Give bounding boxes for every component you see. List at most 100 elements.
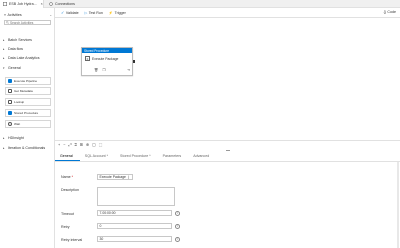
panel-resize-grip[interactable] — [226, 150, 230, 151]
properties-tabs: General SQL Account * Stored Procedure *… — [55, 154, 400, 162]
search-icon — [6, 20, 9, 25]
tab-sql-account[interactable]: SQL Account * — [80, 153, 115, 161]
pipeline-canvas[interactable]: Stored Procedure ≡ Execute Package 🗑 ❐ ⇥ — [55, 19, 400, 140]
next-arrow-icon[interactable]: ⇥ — [127, 68, 130, 72]
tab-pipeline[interactable]: ESB Job Hydra... × — [0, 0, 44, 8]
activities-title: Activities — [7, 12, 22, 17]
trigger-button[interactable]: ⚡ Trigger — [109, 11, 126, 15]
select-icon[interactable]: ▢ — [92, 142, 96, 147]
execute-pipeline-icon — [8, 79, 12, 83]
activity-label: Lookup — [14, 100, 25, 104]
tab-connections[interactable]: Connections — [46, 0, 86, 8]
activity-label: Stored Procedure — [14, 111, 39, 115]
chevron-right-icon: ▸ — [3, 46, 5, 51]
name-field[interactable]: Execute Package | — [97, 174, 133, 180]
code-button[interactable]: {} Code — [384, 10, 396, 14]
search-input[interactable] — [10, 20, 48, 25]
close-icon[interactable]: × — [41, 2, 43, 6]
category-label: Data Lake Analytics — [8, 55, 40, 60]
info-icon[interactable]: i — [175, 236, 180, 242]
stored-procedure-icon — [8, 111, 12, 115]
tab-parameters[interactable]: Parameters — [158, 153, 189, 161]
activity-get-metadata[interactable]: Get Metadata — [5, 87, 51, 95]
category-batch-services[interactable]: ▸ Batch Services — [3, 36, 32, 43]
retry-value: 0 — [99, 224, 102, 228]
category-label: General — [8, 65, 21, 70]
trigger-icon: ⚡ — [108, 10, 114, 15]
fit-icon[interactable]: ⤢ — [68, 143, 71, 147]
activity-stored-procedure[interactable]: Stored Procedure — [5, 109, 51, 117]
activity-label: Execute Pipeline — [14, 79, 38, 83]
category-data-lake-analytics[interactable]: ▸ Data Lake Analytics — [3, 54, 40, 61]
category-label: HDInsight — [8, 135, 24, 140]
lookup-icon — [8, 100, 12, 104]
code-icon: {} — [383, 10, 386, 14]
category-iteration-conditionals[interactable]: ▸ Iteration & Conditionals — [3, 144, 45, 151]
tab-stored-procedure[interactable]: Stored Procedure * — [115, 153, 158, 161]
zoom-in-icon[interactable]: ⊕ — [86, 142, 89, 147]
activities-search[interactable] — [4, 20, 51, 25]
connections-icon — [49, 2, 53, 6]
scrollbar[interactable] — [397, 162, 399, 248]
trigger-label: Trigger — [114, 10, 126, 15]
collapse-icon[interactable]: « — [4, 13, 6, 17]
name-label: Name * — [61, 175, 73, 179]
node-body: ≡ Execute Package — [85, 56, 118, 61]
retry-interval-field[interactable]: 30 — [97, 236, 172, 242]
node-actions: 🗑 ❐ — [94, 68, 105, 72]
play-icon: ▷ — [84, 10, 88, 15]
wait-icon — [8, 122, 12, 126]
tab-general[interactable]: General — [55, 153, 80, 161]
general-properties-form: Name * Execute Package | Description Tim… — [55, 162, 400, 248]
activities-header: « Activities ⌄ — [4, 11, 52, 18]
output-handle[interactable] — [133, 60, 135, 63]
chevron-right-icon: ▸ — [3, 135, 5, 140]
activity-execute-pipeline[interactable]: Execute Pipeline — [5, 77, 51, 85]
tab-advanced[interactable]: Advanced — [188, 153, 216, 161]
stored-procedure-icon: ≡ — [85, 56, 90, 61]
add-icon[interactable]: + — [58, 143, 60, 147]
timeout-value: 7.00:00:00 — [99, 211, 116, 215]
chevron-right-icon: ▸ — [3, 145, 5, 150]
test-run-label: Test Run — [88, 10, 103, 15]
validate-button[interactable]: ✓ Validate — [61, 10, 79, 15]
test-run-button[interactable]: ▷ Test Run — [85, 11, 103, 15]
copy-icon[interactable]: ❐ — [102, 68, 105, 72]
layout-icon[interactable]: ⬚ — [99, 142, 103, 147]
node-header: Stored Procedure — [82, 48, 132, 53]
activity-wait[interactable]: Wait — [5, 120, 51, 128]
activity-label: Wait — [14, 122, 21, 126]
category-label: Data flow — [8, 46, 23, 51]
chevron-down-icon[interactable]: ⌄ — [49, 13, 52, 17]
minus-icon[interactable]: − — [63, 143, 65, 147]
activity-lookup[interactable]: Lookup — [5, 98, 51, 106]
category-label: Batch Services — [8, 37, 32, 42]
chevron-down-icon: ▾ — [3, 65, 5, 70]
name-value: Execute Package — [99, 175, 126, 179]
category-label: Iteration & Conditionals — [8, 145, 46, 150]
activities-panel: « Activities ⌄ ▸ Batch Services ▸ Data f… — [0, 8, 55, 248]
timeout-field[interactable]: 7.00:00:00 — [97, 210, 172, 216]
zoom-100-icon[interactable]: ⌗ — [74, 143, 76, 147]
retry-field[interactable]: 0 — [97, 223, 172, 229]
chevron-right-icon: ▸ — [3, 55, 5, 60]
category-data-flow[interactable]: ▸ Data flow — [3, 45, 23, 52]
retry-interval-value: 30 — [99, 237, 104, 241]
timeout-label: Timeout — [61, 212, 74, 216]
description-field[interactable] — [97, 187, 175, 206]
auto-align-icon[interactable]: ⊞ — [80, 142, 83, 147]
get-metadata-icon — [8, 89, 12, 93]
canvas-controls: + − ⤢ ⌗ ⊞ ⊕ ▢ ⬚ — [55, 140, 400, 148]
info-icon[interactable]: i — [175, 223, 180, 229]
activity-node[interactable]: Stored Procedure ≡ Execute Package 🗑 ❐ ⇥ — [81, 47, 135, 76]
chevron-right-icon: ▸ — [3, 37, 5, 42]
category-general[interactable]: ▾ General — [3, 64, 21, 71]
text-cursor-icon: | — [127, 175, 129, 179]
code-label: Code — [387, 10, 396, 14]
category-hdinsight[interactable]: ▸ HDInsight — [3, 134, 24, 141]
pipeline-icon — [3, 2, 7, 6]
checkmark-icon: ✓ — [61, 10, 65, 15]
node-title: Execute Package — [92, 56, 119, 61]
info-icon[interactable]: i — [175, 210, 180, 216]
delete-icon[interactable]: 🗑 — [94, 68, 98, 72]
